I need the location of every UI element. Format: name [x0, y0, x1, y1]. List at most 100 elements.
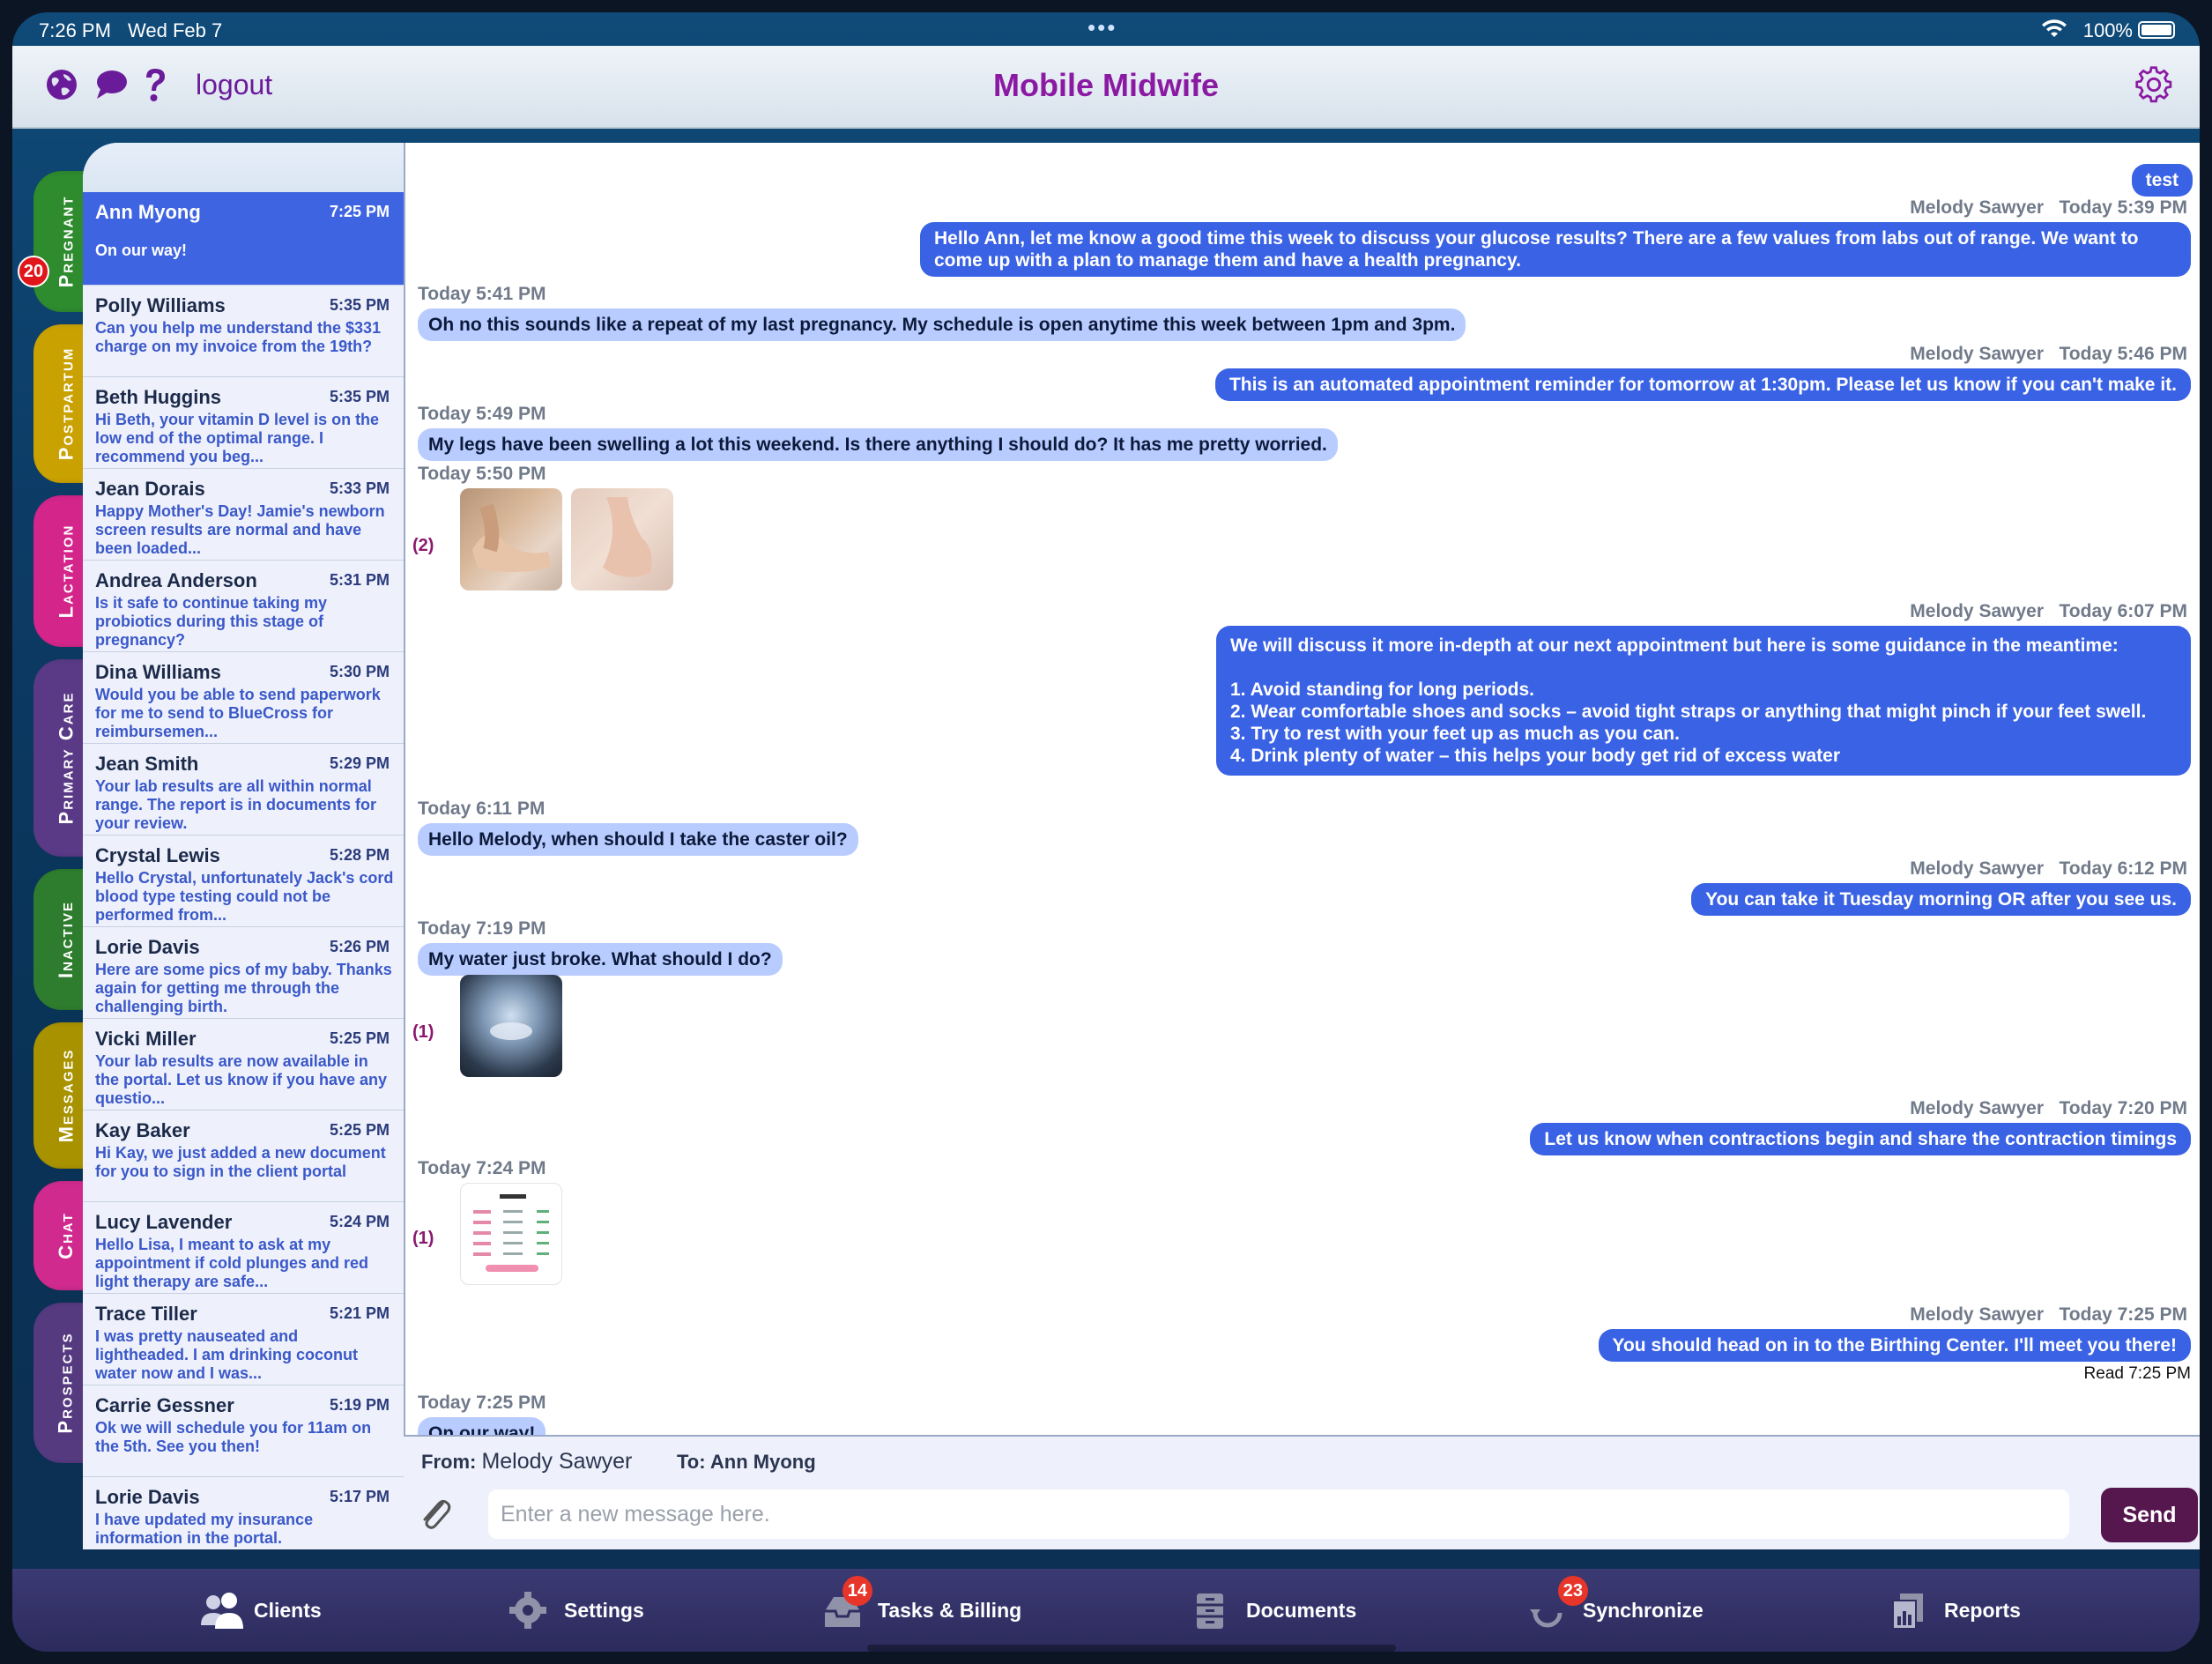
send-button[interactable]: Send — [2101, 1488, 2198, 1542]
message-meta: Melody Sawyer Today 5:46 PM — [1910, 344, 2187, 364]
client-message-preview: Hello Lisa, I meant to ask at my appoint… — [95, 1236, 369, 1290]
from-field: From: Melody Sawyer — [421, 1449, 633, 1474]
attachment-count: (2) — [412, 536, 434, 555]
tab-tasks-billing[interactable]: 14 Tasks & Billing — [821, 1576, 1021, 1632]
client-message-preview: Your lab results are all within normal r… — [95, 777, 377, 832]
client-last-message-time: 5:28 PM — [329, 846, 390, 864]
client-list: Ann Myong 7:25 PM On our way! Polly William… — [83, 143, 404, 1549]
client-message-preview: Hello Crystal, unfortunately Jack's cord… — [95, 869, 394, 924]
client-last-message-time: 5:19 PM — [329, 1396, 390, 1414]
status-time: 7:26 PM — [39, 19, 111, 41]
outgoing-message: test — [2131, 164, 2193, 197]
client-message-preview: Happy Mother's Day! Jamie's newborn scre… — [95, 502, 385, 557]
message-time: Today 7:19 PM — [418, 918, 546, 939]
chat-thread: test Melody Sawyer Today 5:39 PM Hello A… — [404, 143, 2200, 1435]
client-last-message-time: 5:21 PM — [329, 1304, 390, 1322]
wifi-icon — [2041, 18, 2067, 44]
incoming-message: My water just broke. What should I do? — [418, 943, 783, 976]
outgoing-message: Let us know when contractions begin and … — [1530, 1123, 2191, 1155]
bottom-tab-bar: Clients Settings 14 Tasks & Billing Docu… — [12, 1569, 2200, 1652]
cabinet-icon — [1190, 1590, 1234, 1631]
ipad-screen: 7:26 PM Wed Feb 7 ••• 100% logout Mobile… — [12, 12, 2200, 1652]
client-list-item[interactable]: Trace Tiller 5:21 PM I was pretty nauseate… — [83, 1294, 404, 1385]
client-list-item[interactable]: Carrie Gessner 5:19 PM Ok we will schedule… — [83, 1385, 404, 1477]
message-time: Today 7:25 PM — [418, 1393, 546, 1413]
status-bar: 7:26 PM Wed Feb 7 ••• 100% — [12, 12, 2200, 46]
document-thumbnail[interactable] — [460, 1183, 562, 1285]
incoming-message: Hello Melody, when should I take the cas… — [418, 823, 858, 856]
outgoing-message-list: We will discuss it more in-depth at our … — [1216, 626, 2191, 776]
photo-thumbnail[interactable] — [460, 975, 562, 1077]
tab-clients[interactable]: Clients — [197, 1588, 322, 1632]
photo-thumbnail[interactable] — [571, 488, 673, 591]
inbox-icon: 14 — [821, 1576, 872, 1631]
paperclip-icon[interactable] — [416, 1495, 455, 1538]
client-last-message-time: 5:24 PM — [329, 1213, 390, 1230]
outgoing-message: This is an automated appointment reminde… — [1214, 368, 2191, 401]
sync-icon: 23 — [1526, 1576, 1588, 1631]
message-input[interactable] — [488, 1489, 2069, 1539]
sync-count-badge: 23 — [1557, 1576, 1588, 1606]
client-last-message-time: 5:25 PM — [329, 1121, 390, 1139]
tab-documents[interactable]: Documents — [1190, 1588, 1356, 1632]
client-list-item[interactable]: Vicki Miller 5:25 PM Your lab results are … — [83, 1019, 404, 1111]
client-list-item[interactable]: Lorie Davis 5:26 PM Here are some pics of … — [83, 927, 404, 1019]
outgoing-message: You should head on in to the Birthing Ce… — [1598, 1329, 2191, 1362]
photo-thumbnail[interactable] — [460, 488, 562, 591]
client-last-message-time: 5:30 PM — [329, 663, 390, 680]
tab-reports[interactable]: Reports — [1888, 1588, 2021, 1632]
battery-percent: 100% — [2082, 19, 2133, 41]
tasks-count-badge: 14 — [842, 1576, 872, 1606]
client-message-preview: Ok we will schedule you for 11am on the … — [95, 1419, 372, 1455]
client-message-preview: I have updated my insurance information … — [95, 1511, 314, 1547]
message-meta: Melody Sawyer Today 7:20 PM — [1910, 1098, 2187, 1118]
message-meta: Melody Sawyer Today 7:25 PM — [1910, 1304, 2187, 1325]
app-header: logout Mobile Midwife — [12, 46, 2200, 129]
client-list-item[interactable]: Kay Baker 5:25 PM Hi Kay, we just added a … — [83, 1111, 404, 1202]
client-list-item[interactable]: Lucy Lavender 5:24 PM Hello Lisa, I meant … — [83, 1202, 404, 1294]
client-message-preview: I was pretty nauseated and lightheaded. … — [95, 1327, 359, 1382]
tab-settings[interactable]: Settings — [508, 1588, 644, 1632]
client-message-preview: Your lab results are now available in th… — [95, 1052, 388, 1107]
tab-synchronize[interactable]: 23 Synchronize — [1526, 1576, 1704, 1632]
client-message-preview: Hi Beth, your vitamin D level is on the … — [95, 411, 380, 465]
message-meta: Melody Sawyer Today 5:39 PM — [1910, 197, 2187, 218]
client-list-header — [83, 143, 404, 192]
incoming-message: My legs have been swelling a lot this we… — [418, 428, 1338, 461]
client-list-item[interactable]: Jean Dorais 5:33 PM Happy Mother's Day! Ja… — [83, 469, 404, 561]
client-message-preview: Hi Kay, we just added a new document for… — [95, 1144, 386, 1180]
pregnant-count-badge: 20 — [18, 256, 49, 287]
multitask-dots-icon[interactable]: ••• — [1087, 14, 1117, 41]
client-list-item[interactable]: Andrea Anderson 5:31 PM Is it safe to cont… — [83, 561, 404, 652]
message-time: Today 5:50 PM — [418, 464, 546, 484]
client-last-message-time: 5:33 PM — [329, 479, 390, 497]
client-list-item[interactable]: Dina Williams 5:30 PM Would you be able to… — [83, 652, 404, 744]
client-list-item[interactable]: Jean Smith 5:29 PM Your lab results are al… — [83, 744, 404, 836]
status-date: Wed Feb 7 — [128, 19, 223, 41]
client-list-item[interactable]: Ann Myong 7:25 PM On our way! — [83, 192, 404, 286]
client-list-item[interactable]: Beth Huggins 5:35 PM Hi Beth, your vitamin… — [83, 377, 404, 469]
battery-icon — [2138, 21, 2175, 39]
attachment-count: (1) — [412, 1229, 434, 1248]
home-indicator — [867, 1645, 1396, 1652]
reports-icon — [1888, 1590, 1932, 1631]
message-composer: From: Melody Sawyer To: Ann Myong Send — [404, 1435, 2200, 1549]
app-title: Mobile Midwife — [993, 67, 1219, 103]
settings-gear-icon[interactable] — [2134, 65, 2173, 104]
incoming-message: On our way! — [418, 1417, 546, 1435]
client-list-item[interactable]: Polly Williams 5:35 PM Can you help me und… — [83, 286, 404, 377]
client-list-item[interactable]: Lorie Davis 5:17 PM I have updated my insu… — [83, 1477, 404, 1549]
outgoing-message: You can take it Tuesday morning OR after… — [1691, 883, 2191, 916]
client-list-item[interactable]: Crystal Lewis 5:28 PM Hello Crystal, unfor… — [83, 836, 404, 927]
message-time: Today 5:49 PM — [418, 404, 546, 424]
read-receipt: Read 7:25 PM — [2083, 1364, 2191, 1383]
message-time: Today 7:24 PM — [418, 1158, 546, 1178]
client-last-message-time: 5:29 PM — [329, 754, 390, 772]
to-field: To: Ann Myong — [677, 1451, 816, 1473]
attachment-count: (1) — [412, 1022, 434, 1042]
client-last-message-time: 5:17 PM — [329, 1488, 390, 1505]
gear-icon — [508, 1590, 552, 1631]
message-meta: Melody Sawyer Today 6:07 PM — [1910, 601, 2187, 621]
incoming-message: Oh no this sounds like a repeat of my la… — [418, 308, 1466, 341]
client-message-preview: Here are some pics of my baby. Thanks ag… — [95, 961, 392, 1015]
